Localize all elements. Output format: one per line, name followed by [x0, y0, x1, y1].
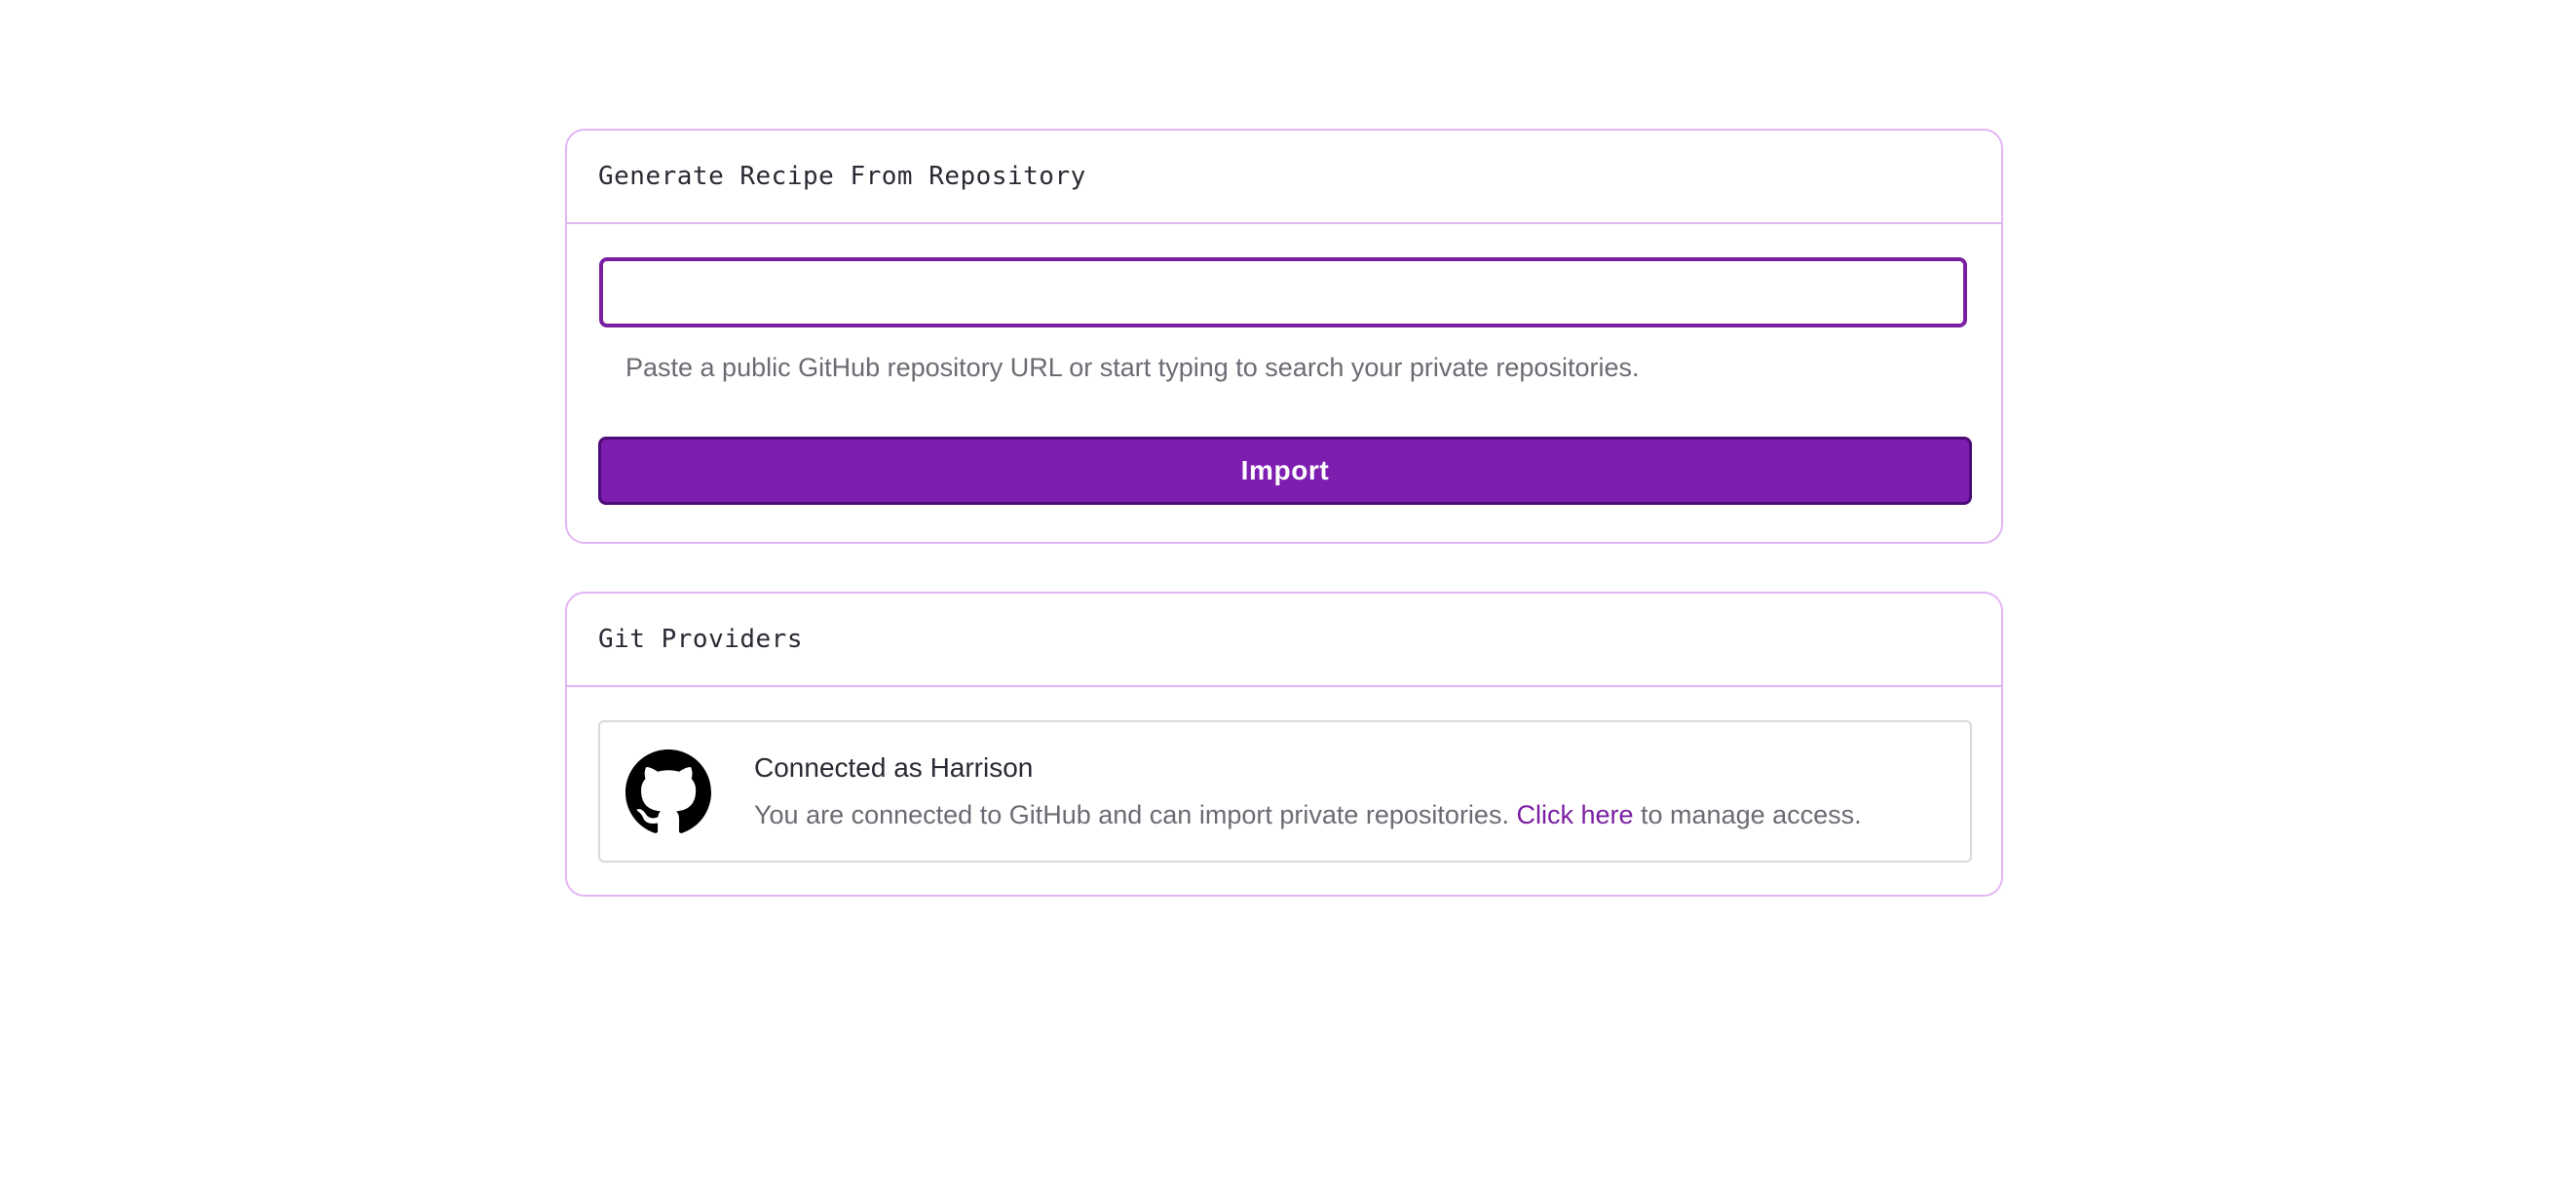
git-providers-card: Git Providers Connected as Harrison You …	[565, 592, 2003, 897]
generate-recipe-header: Generate Recipe From Repository	[567, 131, 2001, 224]
generate-recipe-card: Generate Recipe From Repository Paste a …	[565, 129, 2003, 544]
git-providers-body: Connected as Harrison You are connected …	[567, 687, 2001, 863]
provider-description-text: You are connected to GitHub and can impo…	[754, 800, 1509, 829]
github-provider-row: Connected as Harrison You are connected …	[598, 720, 1972, 863]
provider-description-suffix: to manage access.	[1641, 800, 1862, 829]
import-button[interactable]: Import	[598, 437, 1972, 505]
provider-description: You are connected to GitHub and can impo…	[754, 798, 1862, 831]
repository-url-input[interactable]	[599, 257, 1967, 327]
generate-recipe-title: Generate Recipe From Repository	[598, 162, 1086, 191]
git-providers-header: Git Providers	[567, 594, 2001, 687]
provider-text: Connected as Harrison You are connected …	[754, 751, 1862, 831]
provider-connected-title: Connected as Harrison	[754, 752, 1034, 783]
manage-access-link[interactable]: Click here	[1516, 800, 1633, 829]
generate-recipe-body: Paste a public GitHub repository URL or …	[567, 224, 2001, 505]
git-providers-title: Git Providers	[598, 625, 803, 654]
repository-help-text: Paste a public GitHub repository URL or …	[625, 353, 1640, 382]
github-icon	[625, 749, 711, 833]
